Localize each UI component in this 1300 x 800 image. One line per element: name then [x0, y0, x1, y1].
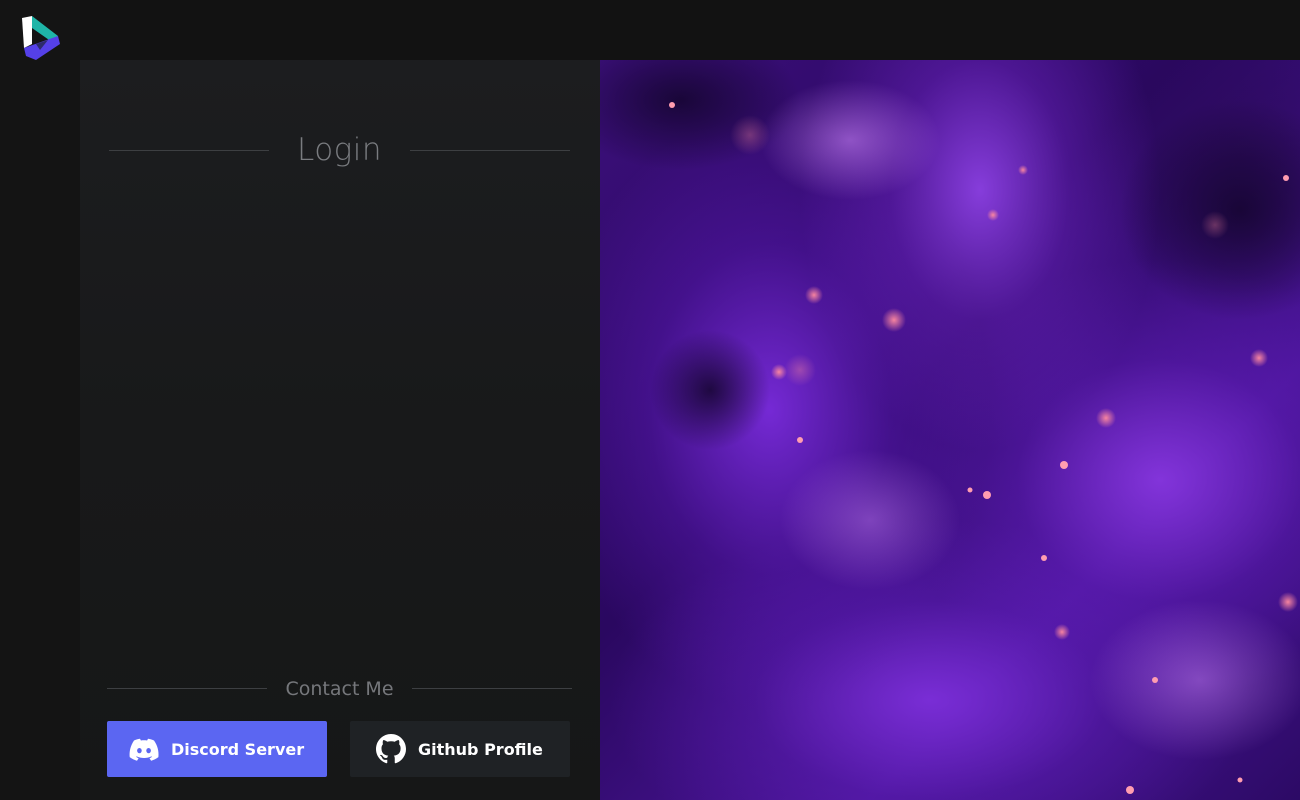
- divider-line: [410, 150, 570, 151]
- hero-particles: [600, 60, 1300, 794]
- hero-image: [600, 60, 1300, 800]
- divider-line: [412, 688, 572, 689]
- github-button-label: Github Profile: [418, 739, 543, 759]
- github-profile-button[interactable]: Github Profile: [350, 721, 570, 777]
- discord-button-label: Discord Server: [171, 739, 305, 759]
- sidebar: [0, 0, 80, 800]
- discord-icon: [129, 734, 159, 764]
- login-panel: Login Contact Me Discord Server Github P…: [80, 60, 600, 800]
- divider-line: [107, 688, 267, 689]
- page-title: Login: [296, 132, 383, 168]
- contact-heading: Contact Me: [285, 678, 394, 700]
- app-logo-icon[interactable]: [18, 14, 66, 64]
- login-header: Login: [109, 130, 570, 170]
- top-bar: [0, 0, 1300, 60]
- discord-server-button[interactable]: Discord Server: [107, 721, 327, 777]
- contact-header: Contact Me: [107, 675, 572, 703]
- divider-line: [109, 150, 269, 151]
- github-icon: [376, 734, 406, 764]
